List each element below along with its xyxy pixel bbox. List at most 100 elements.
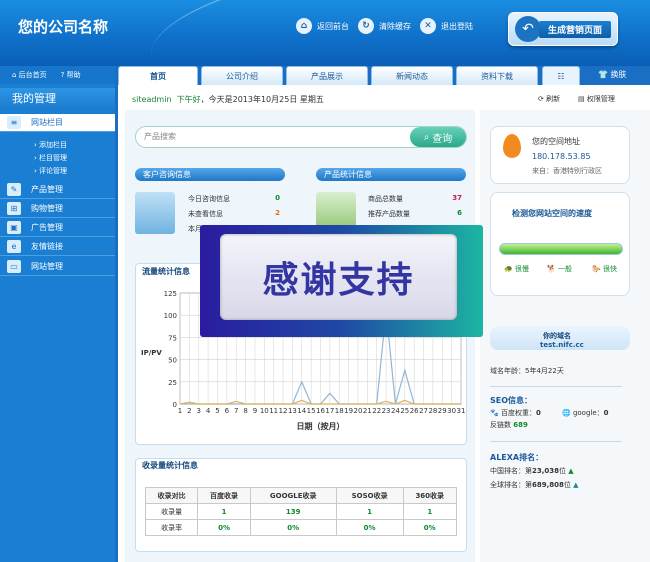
arrow-up-icon: ▲: [568, 467, 574, 475]
x-tick-label: 6: [225, 407, 230, 415]
y-tick-label: 75: [168, 334, 177, 342]
alexa-global-suffix: 位: [563, 481, 571, 489]
table-cell: 139: [249, 503, 337, 520]
alexa-cn-rank: 中国排名：第23,038位 ▲: [490, 466, 574, 476]
domain-value: test.nifc.cc: [540, 341, 584, 349]
seo-google: 🌐 google：0: [562, 408, 609, 418]
search-button[interactable]: ⌕ 查询: [410, 127, 466, 147]
table-header: 百度收录: [197, 487, 251, 504]
subitem-label: 评论管理: [39, 167, 68, 175]
x-tick-label: 24: [391, 407, 400, 415]
divider: [490, 386, 622, 387]
tab-company-intro[interactable]: 公司介绍: [201, 66, 283, 85]
sidebar-subitem-comment-manage[interactable]: › 评论管理: [34, 166, 67, 176]
alexa-global-label: 全球排名：: [490, 481, 525, 489]
y-tick-label: 50: [168, 357, 177, 365]
table-header: SOSO收录: [335, 487, 404, 504]
collect-stats-title: 收录量统计信息: [142, 461, 198, 470]
seo-backlinks-value: 689: [513, 421, 528, 429]
x-tick-label: 28: [428, 407, 437, 415]
generate-page-label: 生成营销页面: [539, 21, 611, 38]
product-row-label: 推荐产品数量: [368, 210, 410, 218]
greeting: siteadmin 下午好，今天是2013年10月25日 星期五: [132, 95, 324, 104]
seo-baidu-label: 百度权重：: [500, 409, 536, 417]
speed-level-medium: 🐕 一般: [547, 265, 572, 273]
product-row-recommended: 推荐产品数量 6: [368, 209, 462, 219]
divider: [490, 441, 622, 442]
speed-progress-bar: [499, 243, 623, 255]
permission-button[interactable]: ▤ 权限管理: [578, 94, 615, 104]
refresh-button[interactable]: ⟳ 刷新: [538, 94, 560, 104]
speed-level-label: 很慢: [514, 265, 529, 273]
x-tick-label: 2: [187, 407, 191, 415]
refresh-icon: ↻: [358, 18, 374, 34]
x-tick-label: 26: [410, 407, 419, 415]
y-tick-label: 125: [164, 290, 177, 298]
consult-row-label: 今日咨询信息: [188, 195, 230, 203]
product-stats-title: 产品统计信息: [316, 168, 466, 181]
company-logo: 您的公司名称: [18, 18, 109, 36]
sidebar-item-shopping[interactable]: ⊞ 购物管理: [0, 200, 115, 218]
seo-backlinks: 反链数 689: [490, 420, 528, 430]
speed-level-slow: 🐢 很慢: [504, 265, 529, 273]
sidebar-item-site[interactable]: ▭ 网站管理: [0, 258, 115, 276]
list-icon: ≡: [7, 116, 21, 129]
x-tick-label: 30: [447, 407, 456, 415]
support-agent-icon: [135, 192, 175, 234]
subitem-label: 添加栏目: [39, 141, 68, 149]
domain-age-value: 5年4月22天: [525, 367, 564, 375]
top-nav: ⌂ 后台首页 ? 帮助: [0, 66, 115, 84]
table-header: 360收录: [402, 487, 457, 504]
table-cell: 1: [335, 503, 404, 520]
sidebar-item-ads[interactable]: ▣ 广告管理: [0, 219, 115, 237]
x-tick-label: 17: [325, 407, 334, 415]
domain-age: 域名年龄：5年4月22天: [490, 366, 564, 376]
tab-products[interactable]: 产品展示: [286, 66, 368, 85]
skin-switch-link[interactable]: 👕 换肤: [598, 69, 627, 80]
back-to-site-button[interactable]: ⌂ 返回前台: [296, 18, 349, 34]
x-tick-label: 21: [363, 407, 372, 415]
x-tick-label: 13: [288, 407, 297, 415]
admin-home-link[interactable]: ⌂ 后台首页: [12, 70, 47, 80]
table-cell: 收录率: [144, 519, 199, 536]
sidebar-item-label: 广告管理: [31, 223, 63, 232]
sidebar-item-links[interactable]: e 友情链接: [0, 238, 115, 256]
product-row-value: 6: [457, 209, 462, 217]
clear-cache-button[interactable]: ↻ 清除缓存: [358, 18, 411, 34]
ip-address: 180.178.53.85: [532, 152, 591, 161]
alexa-cn-label: 中国排名：: [490, 467, 525, 475]
x-tick-label: 22: [372, 407, 381, 415]
admin-home-label: 后台首页: [18, 71, 47, 79]
x-tick-label: 1: [178, 407, 182, 415]
thanks-banner-text: 感谢支持: [220, 234, 457, 320]
domain-age-label: 域名年龄：: [490, 367, 525, 375]
sidebar-item-products[interactable]: ✎ 产品管理: [0, 181, 115, 199]
x-tick-label: 7: [234, 407, 238, 415]
logout-button[interactable]: ✕ 退出登陆: [420, 18, 473, 34]
greeting-hello: 下午好: [176, 95, 201, 104]
home-icon: ⌂: [296, 18, 312, 34]
x-tick-label: 5: [215, 407, 219, 415]
alexa-global-value: 689,808: [532, 481, 564, 489]
alexa-cn-prefix: 第: [525, 467, 532, 475]
x-tick-label: 18: [335, 407, 344, 415]
alexa-cn-value: 23,038: [532, 467, 560, 475]
generate-page-button[interactable]: ↶ 生成营销页面: [508, 12, 618, 46]
table-header-row: 收录对比 百度收录 GOOGLE收录 SOSO收录 360收录: [144, 487, 457, 504]
sidebar-subitem-add-column[interactable]: › 添加栏目: [34, 140, 67, 150]
greeting-date: 今天是2013年10月25日 星期五: [208, 95, 324, 104]
tab-news[interactable]: 新闻动态: [371, 66, 453, 85]
sidebar-item-site-columns[interactable]: ≡ 网站栏目: [0, 114, 115, 132]
sidebar-item-label: 产品管理: [31, 185, 63, 194]
help-link[interactable]: ? 帮助: [61, 70, 81, 80]
table-cell: 0%: [402, 519, 457, 536]
search-icon: ⌕: [423, 131, 430, 143]
speed-level-label: 一般: [557, 265, 572, 273]
y-tick-label: 100: [164, 312, 177, 320]
tab-downloads[interactable]: 资料下载: [456, 66, 538, 85]
y-tick-label: 0: [173, 401, 177, 409]
tab-grid-menu[interactable]: ☷: [542, 66, 580, 85]
sidebar-subitem-column-manage[interactable]: › 栏目管理: [34, 153, 67, 163]
tab-home[interactable]: 首页: [118, 66, 198, 85]
x-tick-label: 20: [354, 407, 363, 415]
